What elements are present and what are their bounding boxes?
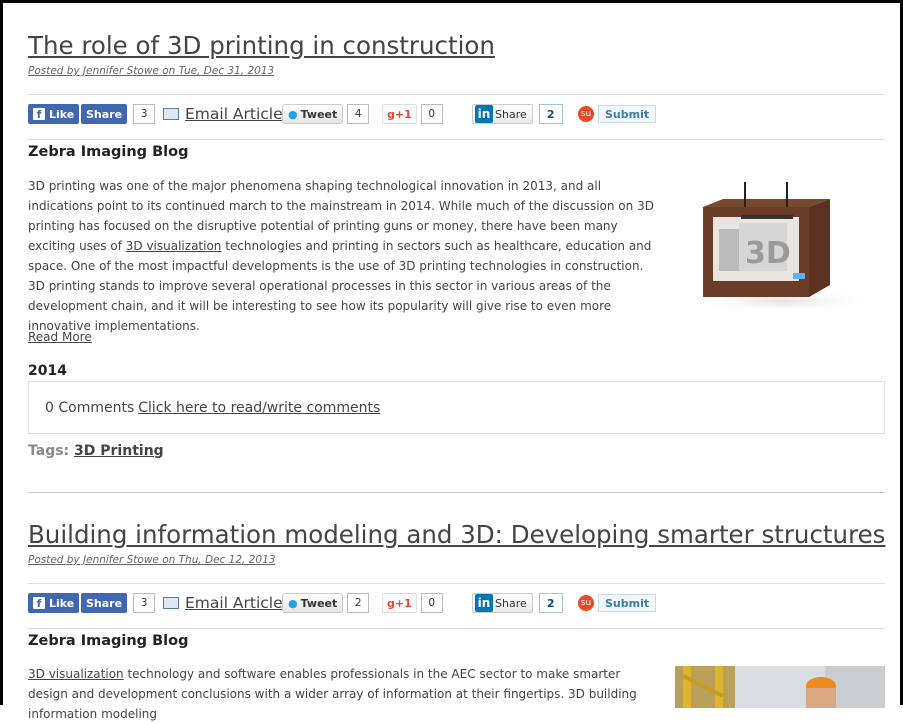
- facebook-share-group: Share 3: [81, 593, 156, 613]
- post-2: Building information modeling and 3D: De…: [28, 520, 885, 721]
- linkedin-group: in Share 2: [472, 593, 563, 613]
- year-heading: 2014: [28, 363, 67, 379]
- facebook-like-button[interactable]: f Like: [28, 104, 80, 124]
- twitter-icon: ●: [288, 107, 298, 121]
- email-article-link[interactable]: Email Article: [163, 104, 283, 124]
- facebook-like-group: f Like: [28, 593, 80, 613]
- tags: Tags: 3D Printing: [28, 443, 164, 459]
- gplus-button[interactable]: g +1: [382, 593, 417, 613]
- share-bar: f Like Share 3 Email Article ● Tweet 4 g +1…: [28, 94, 885, 140]
- construction-photo: [675, 666, 885, 708]
- stumbleupon-icon: su: [578, 106, 594, 122]
- linkedin-count: 2: [538, 104, 563, 124]
- email-article-link[interactable]: Email Article: [163, 593, 283, 613]
- read-more-link[interactable]: Read More: [28, 330, 92, 344]
- facebook-share-button[interactable]: Share: [81, 104, 128, 124]
- gplus-count: 0: [420, 104, 443, 124]
- facebook-share-button[interactable]: Share: [81, 593, 128, 613]
- stumbleupon-group: su Submit: [578, 593, 657, 613]
- gplus-button[interactable]: g +1: [382, 104, 417, 124]
- linkedin-share-button[interactable]: in Share: [472, 104, 533, 124]
- blog-name: Zebra Imaging Blog: [28, 633, 189, 649]
- tweet-count: 2: [347, 593, 370, 613]
- post-1: The role of 3D printing in construction …: [28, 31, 885, 459]
- email-icon: [163, 108, 179, 120]
- gplus-group: g +1 0: [382, 593, 443, 613]
- construction-worker-image: [675, 666, 885, 708]
- gplus-group: g +1 0: [382, 104, 443, 124]
- 3d-visualization-link[interactable]: 3D visualization: [28, 667, 124, 681]
- facebook-count: 3: [133, 593, 156, 613]
- facebook-icon: f: [33, 108, 45, 121]
- post-title[interactable]: The role of 3D printing in construction: [28, 31, 885, 61]
- blog-name: Zebra Imaging Blog: [28, 144, 189, 160]
- comments-count: 0 Comments: [45, 399, 135, 416]
- linkedin-icon: in: [475, 594, 493, 612]
- stumbleupon-submit-button[interactable]: Submit: [598, 594, 657, 612]
- facebook-like-button[interactable]: f Like: [28, 593, 80, 613]
- facebook-icon: f: [33, 597, 45, 610]
- 3d-visualization-link[interactable]: 3D visualization: [126, 239, 222, 253]
- stumbleupon-icon: su: [578, 595, 594, 611]
- comments-link[interactable]: Click here to read/write comments: [138, 400, 380, 416]
- post-excerpt: 3D visualization technology and software…: [28, 667, 637, 721]
- post-divider: [28, 492, 885, 493]
- 3d-printer-image: 3D: [675, 177, 885, 333]
- tweet-count: 4: [347, 104, 370, 124]
- tweet-button[interactable]: ● Tweet: [282, 104, 344, 124]
- post-excerpt: 3D printing was one of the major phenome…: [28, 179, 654, 333]
- facebook-like-group: f Like: [28, 104, 80, 124]
- post-meta[interactable]: Posted by Jennifer Stowe on Thu, Dec 12,…: [28, 554, 885, 566]
- tweet-button[interactable]: ● Tweet: [282, 593, 344, 613]
- post-title[interactable]: Building information modeling and 3D: De…: [28, 520, 885, 550]
- tweet-group: ● Tweet 4: [282, 104, 370, 124]
- stumbleupon-submit-button[interactable]: Submit: [598, 105, 657, 123]
- facebook-share-group: Share 3: [81, 104, 156, 124]
- tweet-group: ● Tweet 2: [282, 593, 370, 613]
- email-icon: [163, 597, 179, 609]
- tags-label: Tags:: [28, 443, 70, 459]
- tag-link[interactable]: 3D Printing: [74, 443, 164, 459]
- stumbleupon-group: su Submit: [578, 104, 657, 124]
- svg-text:3D: 3D: [745, 236, 791, 271]
- linkedin-group: in Share 2: [472, 104, 563, 124]
- linkedin-count: 2: [538, 593, 563, 613]
- facebook-count: 3: [133, 104, 156, 124]
- 3d-printer-illustration: 3D: [688, 182, 878, 313]
- post-meta[interactable]: Posted by Jennifer Stowe on Tue, Dec 31,…: [28, 65, 885, 77]
- comments-box: 0 Comments Click here to read/write comm…: [28, 381, 885, 434]
- gplus-count: 0: [420, 593, 443, 613]
- linkedin-icon: in: [475, 105, 493, 123]
- linkedin-share-button[interactable]: in Share: [472, 593, 533, 613]
- share-bar: f Like Share 3 Email Article ● Tweet 2 g +1…: [28, 583, 885, 629]
- twitter-icon: ●: [288, 596, 298, 610]
